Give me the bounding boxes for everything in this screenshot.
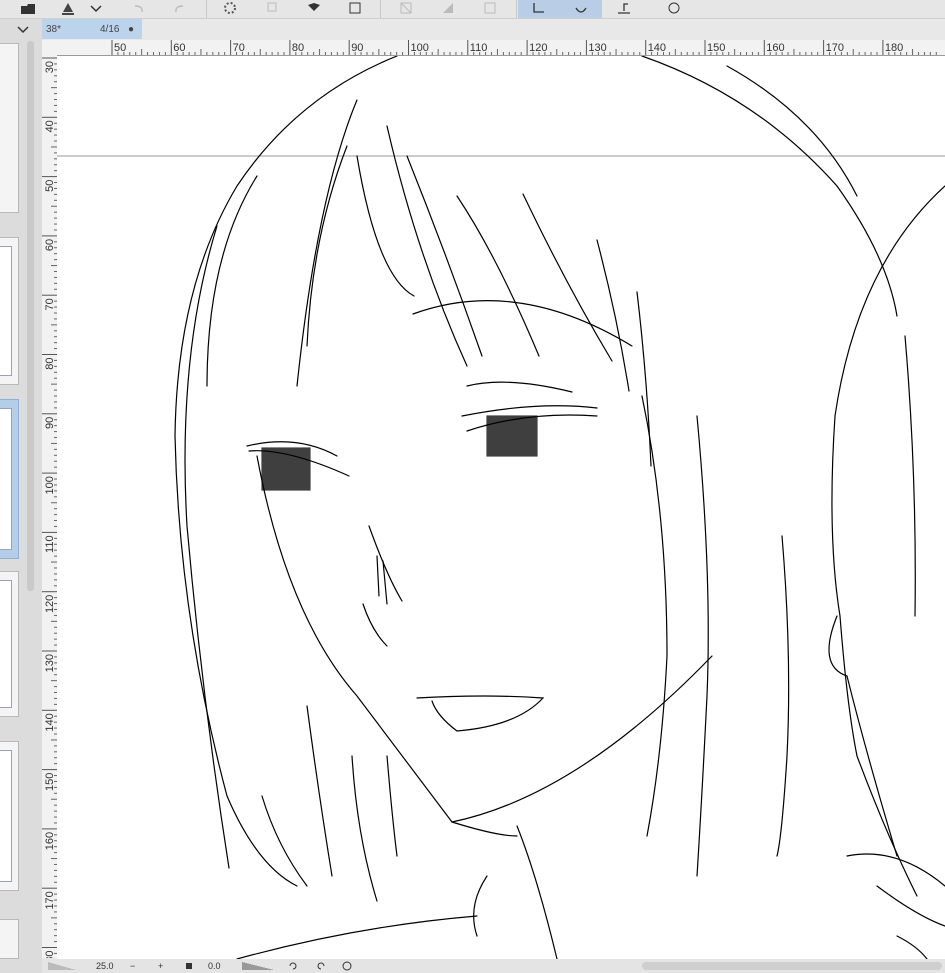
ruler-label: 160	[766, 42, 784, 54]
drawing-canvas[interactable]	[57, 56, 945, 959]
ruler-label: 100	[411, 42, 429, 54]
horizontal-scrollbar[interactable]	[642, 962, 942, 970]
ruler-label: 130	[588, 42, 606, 54]
ruler-label: 140	[44, 713, 56, 731]
selection-clear-icon[interactable]	[392, 0, 420, 18]
rotate-right-icon[interactable]	[316, 959, 326, 973]
layer-icon[interactable]	[476, 0, 504, 18]
zoom-out-button[interactable]: −	[130, 959, 135, 973]
reset-rotation-icon[interactable]	[342, 959, 352, 973]
save-icon[interactable]	[54, 0, 82, 18]
tab-page-label: 4/16	[100, 23, 120, 35]
page-thumbnail-selected[interactable]	[0, 399, 19, 559]
copy-icon[interactable]	[258, 0, 286, 18]
zoom-in-button[interactable]: +	[158, 959, 163, 973]
ruler-label: 150	[44, 773, 56, 791]
transform-icon[interactable]	[341, 0, 369, 18]
ruler-label: 90	[44, 417, 56, 429]
ruler-label: 110	[44, 535, 56, 553]
chevron-down-icon[interactable]	[86, 0, 106, 18]
horizontal-ruler[interactable]: 50 60 70 80 90 100 110 120 130 140 150 160 170 180	[42, 40, 945, 56]
ruler-label: 30	[44, 61, 56, 73]
canvas-tab[interactable]: 38* 4/16 ●	[42, 19, 142, 39]
snap-to-special-ruler-icon[interactable]	[560, 0, 602, 18]
fit-view-icon[interactable]	[186, 959, 192, 973]
vertical-ruler[interactable]: 30 40 50 60 70 80 90 100 110 120 130 140 150 160 170 18…	[42, 55, 58, 958]
ruler-label: 70	[233, 42, 245, 54]
ruler-label: 130	[44, 654, 56, 672]
ruler-label: 80	[292, 42, 304, 54]
chevron-down-icon[interactable]	[0, 19, 42, 41]
zoom-slider[interactable]	[48, 962, 76, 970]
page-thumbnail[interactable]	[0, 741, 19, 891]
ruler-label: 100	[44, 476, 56, 494]
ruler-label: 90	[351, 42, 363, 54]
status-bar: 25.0 − + 0.0	[42, 959, 945, 973]
ruler-label: 140	[648, 42, 666, 54]
page-thumbnail-panel	[0, 19, 42, 973]
rotate-value: 0.0	[208, 961, 221, 971]
fill-icon[interactable]	[300, 0, 328, 18]
ruler-label: 150	[707, 42, 725, 54]
ruler-label: 170	[826, 42, 844, 54]
invert-selection-icon[interactable]	[434, 0, 462, 18]
open-folder-icon[interactable]	[14, 0, 42, 18]
ruler-label: 80	[44, 358, 56, 370]
help-icon[interactable]	[660, 0, 688, 18]
modified-indicator: ●	[128, 23, 135, 35]
ruler-label: 70	[44, 298, 56, 310]
ruler-label: 40	[44, 120, 56, 132]
ruler-label: 50	[44, 180, 56, 192]
ruler-label: 60	[173, 42, 185, 54]
page-thumbnail[interactable]	[0, 43, 19, 213]
page-thumbnail[interactable]	[0, 571, 19, 717]
loading-icon[interactable]	[216, 0, 244, 18]
ruler-label: 170	[44, 891, 56, 909]
snap-to-ruler-icon[interactable]	[518, 0, 560, 18]
ruler-label: 180	[885, 42, 903, 54]
tab-zoom-label: 38*	[46, 23, 62, 35]
page-thumbnail[interactable]	[0, 237, 19, 385]
rotate-left-icon[interactable]	[288, 959, 298, 973]
panel-scrollbar[interactable]	[27, 41, 34, 591]
page-thumbnail[interactable]	[0, 919, 19, 959]
redo-icon[interactable]	[166, 0, 194, 18]
ruler-label: 160	[44, 832, 56, 850]
ruler-label: 120	[529, 42, 547, 54]
undo-icon[interactable]	[124, 0, 152, 18]
zoom-value: 25.0	[96, 961, 114, 971]
ruler-label: 110	[470, 42, 488, 54]
sketch-drawing	[57, 56, 945, 959]
ruler-label: 60	[44, 239, 56, 251]
ruler-label: 120	[44, 595, 56, 613]
ruler-label: 180	[44, 951, 56, 959]
ruler-label: 50	[114, 42, 126, 54]
main-toolbar	[0, 0, 945, 19]
rotate-slider[interactable]	[242, 962, 274, 970]
export-icon[interactable]	[610, 0, 638, 18]
